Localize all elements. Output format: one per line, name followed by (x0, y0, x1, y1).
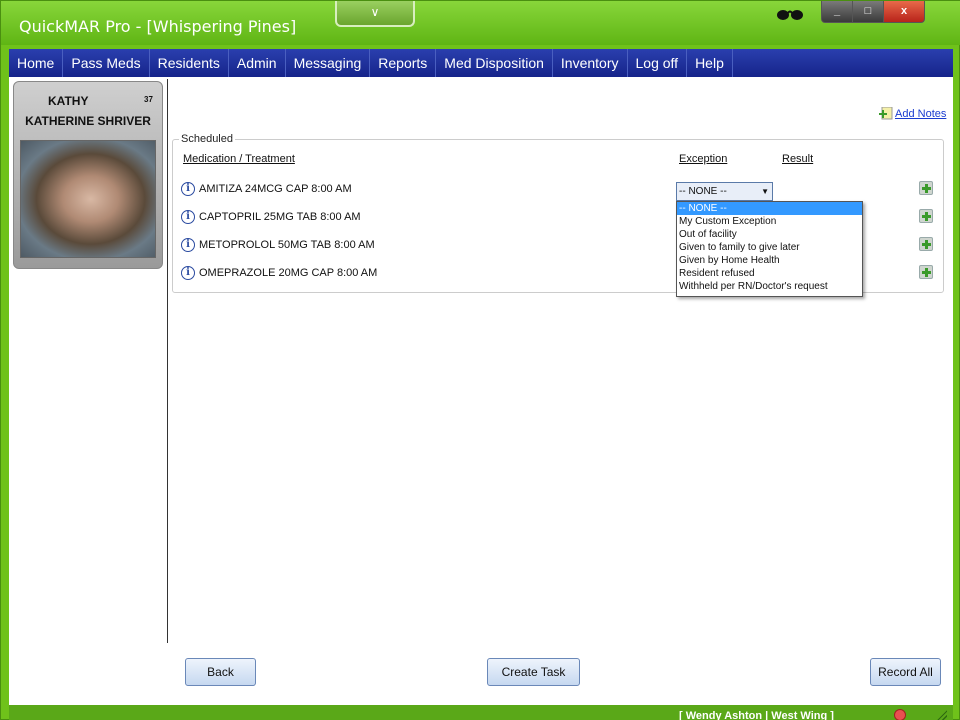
menu-med-disposition[interactable]: Med Disposition (436, 49, 553, 77)
close-button[interactable]: x (883, 1, 925, 23)
add-note-icon (879, 107, 893, 120)
menu-bar: Home Pass Meds Residents Admin Messaging… (9, 49, 953, 77)
menu-messaging[interactable]: Messaging (286, 49, 371, 77)
add-result-icon[interactable] (919, 237, 933, 251)
resident-number: 37 (144, 95, 153, 104)
add-result-icon[interactable] (919, 209, 933, 223)
minimize-button[interactable]: _ (821, 1, 853, 23)
alarm-clock-icon[interactable] (894, 709, 906, 720)
resident-full-name: KATHERINE SHRIVER (25, 114, 151, 128)
med-name: AMITIZA 24MCG CAP 8:00 AM (199, 183, 352, 195)
title-bar: QuickMAR Pro - [Whispering Pines] ∨ _ □ … (1, 1, 960, 45)
resident-first-name: KATHY (48, 94, 89, 108)
resident-card[interactable]: KATHY 37 KATHERINE SHRIVER (13, 81, 163, 269)
status-user: [ Wendy Ashton | West Wing ] (679, 710, 834, 720)
med-name: OMEPRAZOLE 20MG CAP 8:00 AM (199, 267, 378, 279)
exception-option[interactable]: My Custom Exception (677, 215, 862, 228)
med-name: CAPTOPRIL 25MG TAB 8:00 AM (199, 211, 361, 223)
exception-option[interactable]: Out of facility (677, 228, 862, 241)
med-row[interactable]: i METOPROLOL 50MG TAB 8:00 AM (181, 236, 375, 254)
create-task-button[interactable]: Create Task (487, 658, 580, 686)
exception-selected-value: -- NONE -- (679, 186, 727, 197)
divider (167, 79, 168, 643)
menu-inventory[interactable]: Inventory (553, 49, 628, 77)
col-result[interactable]: Result (782, 153, 813, 165)
resize-grip-icon[interactable] (935, 709, 947, 720)
exception-option[interactable]: Withheld per RN/Doctor's request (677, 280, 862, 293)
info-icon[interactable]: i (181, 238, 195, 252)
add-result-icon[interactable] (919, 265, 933, 279)
info-icon[interactable]: i (181, 182, 195, 196)
add-result-icon[interactable] (919, 181, 933, 195)
info-icon[interactable]: i (181, 266, 195, 280)
add-notes-link[interactable]: Add Notes (879, 107, 946, 121)
exception-select[interactable]: -- NONE -- ▼ (676, 182, 773, 201)
exception-option[interactable]: -- NONE -- (677, 202, 862, 215)
main-content: KATHY 37 KATHERINE SHRIVER Add Notes Sch… (9, 77, 953, 705)
maximize-button[interactable]: □ (852, 1, 884, 23)
chevron-down-icon[interactable]: ▼ (761, 183, 769, 200)
exception-option[interactable]: Resident refused (677, 267, 862, 280)
col-medication[interactable]: Medication / Treatment (183, 153, 295, 165)
scheduled-legend: Scheduled (179, 133, 235, 145)
app-window: QuickMAR Pro - [Whispering Pines] ∨ _ □ … (0, 0, 960, 720)
info-icon[interactable]: i (181, 210, 195, 224)
menu-help[interactable]: Help (687, 49, 733, 77)
menu-residents[interactable]: Residents (150, 49, 229, 77)
menu-log-off[interactable]: Log off (628, 49, 688, 77)
collapse-tab[interactable]: ∨ (335, 1, 415, 27)
menu-reports[interactable]: Reports (370, 49, 437, 77)
window-title: QuickMAR Pro - [Whispering Pines] (19, 17, 297, 36)
col-exception[interactable]: Exception (679, 153, 727, 165)
menu-pass-meds[interactable]: Pass Meds (63, 49, 150, 77)
back-button[interactable]: Back (185, 658, 256, 686)
glasses-icon[interactable] (775, 7, 805, 21)
menu-admin[interactable]: Admin (229, 49, 286, 77)
med-row[interactable]: i AMITIZA 24MCG CAP 8:00 AM (181, 180, 352, 198)
med-row[interactable]: i CAPTOPRIL 25MG TAB 8:00 AM (181, 208, 361, 226)
exception-option[interactable]: Given by Home Health (677, 254, 862, 267)
exception-dropdown: -- NONE -- My Custom Exception Out of fa… (676, 201, 863, 297)
exception-option[interactable]: Given to family to give later (677, 241, 862, 254)
add-notes-label[interactable]: Add Notes (895, 108, 946, 120)
status-bar: [ Wendy Ashton | West Wing ] (9, 705, 953, 720)
menu-home[interactable]: Home (9, 49, 64, 77)
med-name: METOPROLOL 50MG TAB 8:00 AM (199, 239, 375, 251)
record-all-button[interactable]: Record All (870, 658, 941, 686)
med-row[interactable]: i OMEPRAZOLE 20MG CAP 8:00 AM (181, 264, 377, 282)
resident-photo (20, 140, 156, 258)
